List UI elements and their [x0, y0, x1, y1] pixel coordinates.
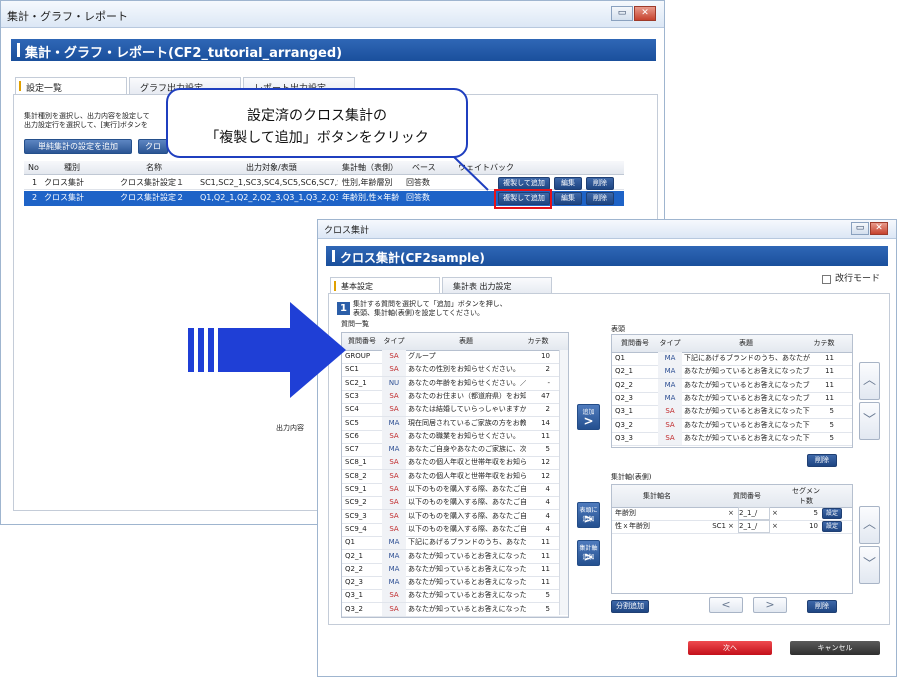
chevron-right-icon: > [583, 414, 594, 428]
head-table-header: 質問番号 タイプ 表題 カテ数 [612, 335, 852, 353]
next-page-button[interactable]: > [753, 597, 787, 613]
table-row[interactable]: SC2_1 NU あなたの年齢をお知らせください。／年 - [342, 376, 568, 391]
table-row[interactable]: Q3_3 SA あなたが知っているとお答えになった下記の 5 [612, 431, 852, 446]
line-break-mode-label: 改行モード [835, 274, 881, 284]
next-button[interactable]: 次へ [688, 641, 772, 655]
table-row[interactable]: SC8_2 SA あなたの個人年収と世帯年収をお知らせ 12 [342, 469, 568, 484]
table-row[interactable]: SC9_1 SA 以下のものを購入する際、あなたご自身 4 [342, 483, 568, 497]
table-row[interactable]: Q3_2 SA あなたが知っているとお答えになった下 5 [342, 602, 568, 617]
add-axis-button[interactable]: 集計軸追加 > [577, 540, 600, 566]
table-row[interactable]: Q2_3 MA あなたが知っているとお答えになったブ 11 [342, 576, 568, 591]
axis-delete-button[interactable]: 削除 [807, 600, 837, 613]
cross-tab-titlebar[interactable]: クロス集計 ▭ ✕ [318, 220, 896, 239]
big-arrow-shape [188, 302, 346, 398]
table-row[interactable]: SC1 SA あなたの性別をお知らせください。 2 [342, 363, 568, 378]
big-arrow [188, 302, 346, 398]
line-break-mode-checkbox[interactable] [822, 275, 831, 284]
table-row[interactable]: Q3_1 SA あなたが知っているとお答えになった下 5 [342, 589, 568, 604]
split-add-button[interactable]: 分割追加 [611, 600, 649, 613]
table-row[interactable]: SC7 MA あなたご自身やあなたのご家族に、次の 5 [342, 443, 568, 458]
table-row[interactable]: Q1 MA 下記にあげるブランドのうち、あなたが 11 [342, 536, 568, 551]
prev-button[interactable]: < [709, 597, 743, 613]
add-to-head-button[interactable]: 追加 > [577, 404, 600, 430]
cross-tab-window: クロス集計 ▭ ✕ クロス集計(CF2sample) 基本設定 集計表 出力設定… [317, 219, 897, 677]
table-row[interactable]: GROUP SA グループ 10 [342, 350, 568, 364]
close-icon[interactable]: ✕ [870, 222, 888, 235]
table-row[interactable]: SC8_1 SA あなたの個人年収と世帯年収をお知らせ 12 [342, 456, 568, 471]
cancel-button[interactable]: キャンセル [790, 641, 880, 655]
axis-table: 集計軸名 質問番号 セグメント数 年齢別 × 2_1_/× 5 設定 性ｘ年齢別 SC1 × 2… [611, 484, 853, 594]
table-row[interactable]: 性ｘ年齢別 SC1 × 2_1_/× 10 設定 [612, 520, 852, 535]
callout-line-2: 「複製して追加」ボタンをクリック [205, 130, 429, 146]
move-up-button[interactable]: ︿ [859, 362, 880, 400]
instruction-callout: 設定済のクロス集計の 「複製して追加」ボタンをクリック [166, 88, 468, 158]
table-row[interactable]: Q2_2 MA あなたが知っているとお答えになったブラン 11 [612, 378, 852, 393]
chevron-up-icon: ︿ [862, 373, 876, 388]
table-row[interactable]: Q2_1 MA あなたが知っているとお答えになったブラン 11 [612, 365, 852, 380]
add-to-axis-button[interactable]: 表頭に追加 > [577, 502, 600, 528]
minimize-icon[interactable]: ▭ [851, 222, 869, 235]
question-list-header: 質問番号 タイプ 表題 カテ数 [342, 333, 568, 351]
step-text-2: 表頭、集計軸(表側)を設定してください。 [353, 309, 485, 317]
table-row[interactable]: Q1 MA 下記にあげるブランドのうち、あなたが知っ 11 [612, 352, 852, 366]
table-row[interactable]: Q2_2 MA あなたが知っているとお答えになったブ 11 [342, 562, 568, 577]
chevron-down-icon: ﹀ [862, 413, 876, 428]
chevron-right-icon: > [583, 550, 594, 564]
move-down-button[interactable]: ﹀ [859, 402, 880, 440]
chevron-right-icon: > [583, 512, 594, 526]
cross-tab-title: クロス集計 [324, 226, 370, 236]
table-row[interactable]: SC9_4 SA 以下のものを購入する際、あなたご自身 4 [342, 522, 568, 537]
axis-move-up-button[interactable]: ︿ [859, 506, 880, 544]
head-delete-button[interactable]: 削除 [807, 454, 837, 467]
tab-table-output[interactable]: 集計表 出力設定 [442, 277, 552, 293]
callout-pointer-line [451, 154, 489, 191]
chevron-left-icon: < [721, 598, 731, 611]
question-list-scrollbar[interactable] [559, 350, 568, 615]
table-row[interactable]: Q2_3 MA あなたが知っているとお答えになったブラン 11 [612, 391, 852, 406]
table-row[interactable]: 年齢別 × 2_1_/× 5 設定 [612, 507, 852, 521]
table-row[interactable]: SC5 MA 現在同居されているご家族の方をお教え 14 [342, 416, 568, 431]
axis-move-down-button[interactable]: ﹀ [859, 546, 880, 584]
axis-settings-button[interactable]: 設定 [822, 521, 842, 533]
head-table: 質問番号 タイプ 表題 カテ数 Q1 MA 下記にあげるブランドのうち、あなたが知っ… [611, 334, 853, 448]
basic-settings-panel: 1 集計する質問を選択して「追加」ボタンを押し、 表頭、集計軸(表側)を設定して… [328, 293, 890, 625]
axis-settings-button[interactable]: 設定 [822, 508, 842, 519]
table-row[interactable]: Q2_1 MA あなたが知っているとお答えになったブ 11 [342, 549, 568, 564]
table-row[interactable]: SC9_2 SA 以下のものを購入する際、あなたご自身 4 [342, 496, 568, 511]
question-list-table: 質問番号 タイプ 表題 カテ数 GROUP SA グループ 10 SC1 SA あなたの性別… [341, 332, 569, 618]
cross-tab-header: クロス集計(CF2sample) [326, 246, 888, 266]
chevron-down-icon: ﹀ [862, 557, 876, 572]
table-row[interactable]: SC9_3 SA 以下のものを購入する際、あなたご自身 4 [342, 509, 568, 524]
chevron-up-icon: ︿ [862, 517, 876, 532]
table-row[interactable]: SC4 SA あなたは結婚していらっしゃいますか。 2 [342, 403, 568, 418]
chevron-right-icon: > [765, 598, 775, 611]
axis-table-header: 集計軸名 質問番号 セグメント数 [612, 485, 852, 508]
cross-tab-header-title: クロス集計(CF2sample) [340, 251, 485, 265]
cross-tab-controls: ▭ ✕ [851, 222, 888, 237]
cross-tab-tabs: 基本設定 集計表 出力設定 [330, 277, 554, 293]
table-row[interactable]: SC6 SA あなたの職業をお知らせください。 11 [342, 429, 568, 444]
callout-line-1: 設定済のクロス集計の [247, 108, 387, 124]
axis-label: 集計軸(表側) [611, 473, 652, 481]
table-row[interactable]: Q3_1 SA あなたが知っているとお答えになった下記の 5 [612, 405, 852, 420]
table-row[interactable]: Q3_2 SA あなたが知っているとお答えになった下記の 5 [612, 418, 852, 433]
table-row[interactable]: SC3 SA あなたのお住まい（都道府県）をお知ら 47 [342, 389, 568, 404]
